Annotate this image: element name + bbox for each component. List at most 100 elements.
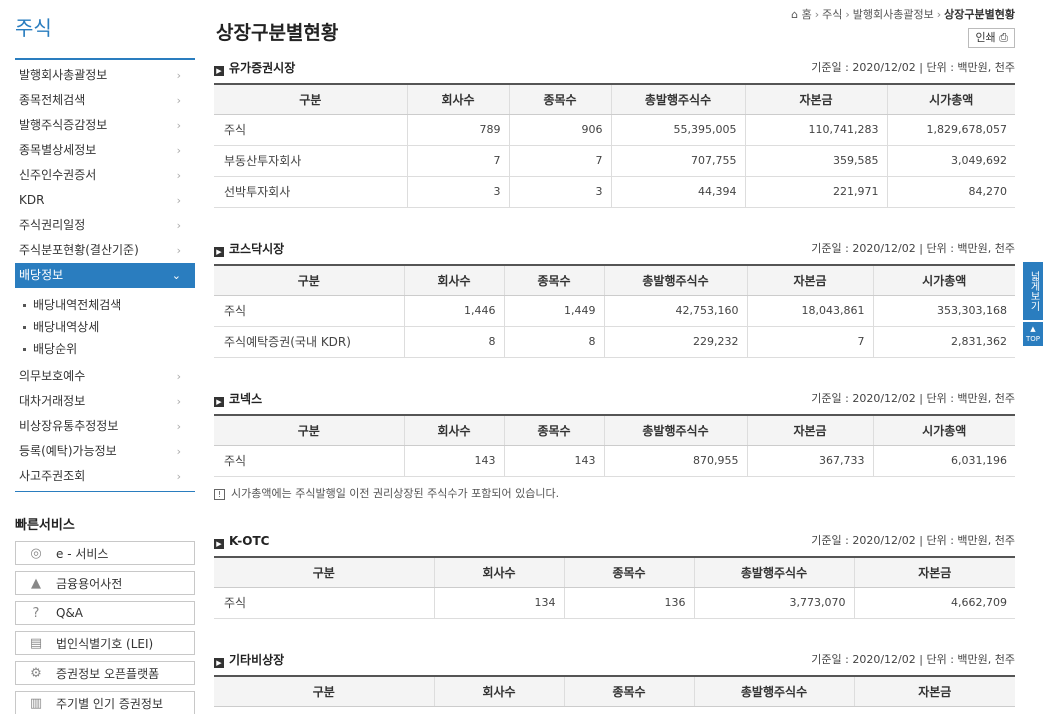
e-service-button[interactable]: ◎ e - 서비스 — [15, 541, 195, 565]
table-cell: 3 — [508, 176, 611, 208]
breadcrumb-home[interactable]: 홈 — [802, 8, 812, 21]
chevron-right-icon: › — [176, 144, 181, 157]
submenu-item[interactable]: 배당순위 — [23, 338, 195, 360]
table-cell: 707,755 — [610, 145, 745, 177]
submenu-item-label: 배당내역상세 — [33, 320, 100, 334]
sidebar-item[interactable]: 주식권리일정 › — [15, 213, 195, 238]
section-title: ▶ 코넥스 — [214, 390, 262, 408]
qna-button[interactable]: ? Q&A — [15, 601, 195, 625]
printer-icon: ⎙ — [999, 31, 1008, 44]
table-cell: 134 — [433, 587, 564, 619]
column-header: 구분 — [214, 83, 407, 115]
wide-view-button[interactable]: 넓게보기 — [1023, 262, 1043, 320]
arrow-box-icon: ▶ — [214, 66, 224, 76]
sidebar-item[interactable]: 발행주식증감정보 › — [15, 113, 195, 138]
scroll-top-button[interactable]: ▲ TOP — [1023, 322, 1043, 346]
sidebar-item-dividend[interactable]: 배당정보 ⌄ — [15, 263, 195, 288]
sidebar-item-label: 주식권리일정 — [19, 218, 86, 232]
table-cell: 1,449 — [503, 295, 604, 327]
data-table: 구분 회사수 종목수 총발행주식수 자본금 주식 134 136 3,773,070 4… — [214, 556, 1015, 619]
column-header: 회사수 — [403, 414, 504, 446]
table-cell: 8 — [403, 326, 504, 358]
table-header-row: 구분 회사수 종목수 총발행주식수 자본금 — [214, 556, 1015, 588]
button-label: 증권정보 오픈플랫폼 — [56, 666, 160, 681]
finance-dictionary-button[interactable]: ▲ 금융용어사전 — [15, 571, 195, 595]
sidebar-item[interactable]: 발행회사총괄정보 › — [15, 63, 195, 88]
breadcrumb-item[interactable]: 주식 — [822, 8, 842, 21]
bullet-icon — [23, 304, 26, 307]
table-header-row: 구분 회사수 종목수 총발행주식수 자본금 시가총액 — [214, 414, 1015, 446]
column-header: 회사수 — [403, 264, 504, 296]
section-title-text: 코넥스 — [229, 392, 263, 406]
submenu-item-label: 배당내역전체검색 — [33, 298, 122, 312]
table-cell: 주식 — [214, 587, 434, 619]
sidebar-item-label: 주식분포현황(결산기준) — [19, 243, 139, 257]
open-platform-button[interactable]: ⚙ 증권정보 오픈플랫폼 — [15, 661, 195, 685]
breadcrumb-item[interactable]: 발행회사총괄정보 — [853, 8, 934, 21]
print-button[interactable]: 인쇄 ⎙ — [968, 28, 1015, 48]
section-title-text: 유가증권시장 — [229, 61, 296, 75]
breadcrumb: ⌂ 홈 › 주식 › 발행회사총괄정보 › 상장구분별현황 — [791, 6, 1015, 22]
bar-chart-icon: ▥ — [29, 695, 43, 711]
home-icon[interactable]: ⌂ — [791, 8, 798, 21]
table-cell: 주식예탁증권(국내 KDR) — [214, 326, 404, 358]
sidebar-item[interactable]: 등록(예탁)가능정보 › — [15, 439, 195, 464]
section-meta: 기준일 : 2020/12/02 | 단위 : 백만원, 천주 — [811, 653, 1015, 666]
column-header: 시가총액 — [872, 264, 1015, 296]
chevron-right-icon: › — [845, 8, 850, 21]
column-header: 회사수 — [406, 83, 509, 115]
table-cell: 1,446 — [403, 295, 504, 327]
sidebar: 주식 발행회사총괄정보 › 종목전체검색 › 발행주식증감정보 › 종목별상세정보 › … — [15, 0, 195, 714]
lei-button[interactable]: ▤ 법인식별기호 (LEI) — [15, 631, 195, 655]
column-header: 구분 — [214, 556, 434, 588]
sidebar-menu: 발행회사총괄정보 › 종목전체검색 › 발행주식증감정보 › 종목별상세정보 › 신주인… — [15, 63, 195, 288]
chevron-right-icon: › — [176, 219, 181, 232]
table-cell: 136 — [563, 587, 694, 619]
table-cell: 353,303,168 — [872, 295, 1015, 327]
table-row: 주식 789 906 55,395,005 110,741,283 1,829,678,0… — [214, 114, 1015, 146]
popular-info-button[interactable]: ▥ 주기별 인기 증권정보 — [15, 691, 195, 714]
bullet-icon — [23, 326, 26, 329]
sidebar-item[interactable]: 의무보호예수 › — [15, 364, 195, 389]
column-header: 시가총액 — [872, 414, 1015, 446]
chevron-right-icon: › — [176, 470, 181, 483]
sidebar-item[interactable]: 비상장유통추정정보 › — [15, 414, 195, 439]
breadcrumb-current: 상장구분별현황 — [944, 8, 1015, 21]
table-cell: 870,955 — [603, 445, 747, 477]
sidebar-menu-lower: 의무보호예수 › 대차거래정보 › 비상장유통추정정보 › 등록(예탁)가능정보 › 사… — [15, 364, 195, 489]
sidebar-item[interactable]: 주식분포현황(결산기준) › — [15, 238, 195, 263]
table-cell: 906 — [508, 114, 611, 146]
column-header: 자본금 — [746, 414, 873, 446]
question-bubble-icon: ? — [32, 605, 40, 621]
column-header: 자본금 — [853, 675, 1015, 707]
section-header: ▶ K-OTC 기준일 : 2020/12/02 | 단위 : 백만원, 천주 — [214, 532, 1015, 552]
table-cell: 2,831,362 — [872, 326, 1015, 358]
sidebar-item[interactable]: 대차거래정보 › — [15, 389, 195, 414]
sidebar-item[interactable]: 사고주권조회 › — [15, 464, 195, 489]
section-kospi: ▶ 유가증권시장 기준일 : 2020/12/02 | 단위 : 백만원, 천주 … — [214, 59, 1015, 208]
section-header: ▶ 코스닥시장 기준일 : 2020/12/02 | 단위 : 백만원, 천주 — [214, 240, 1015, 260]
table-cell: 367,733 — [746, 445, 873, 477]
section-title: ▶ 유가증권시장 — [214, 59, 295, 77]
sidebar-item[interactable]: 종목전체검색 › — [15, 88, 195, 113]
sidebar-item[interactable]: 종목별상세정보 › — [15, 138, 195, 163]
button-label: 주기별 인기 증권정보 — [56, 696, 163, 711]
data-table: 구분 회사수 종목수 총발행주식수 자본금 시가총액 주식 143 143 870,9… — [214, 414, 1015, 477]
column-header: 시가총액 — [886, 83, 1015, 115]
column-header: 자본금 — [853, 556, 1015, 588]
divider — [15, 491, 195, 492]
sidebar-item[interactable]: 신주인수권증서 › — [15, 163, 195, 188]
submenu-item[interactable]: 배당내역상세 — [23, 316, 195, 338]
table-row: 주식 134 136 3,773,070 4,662,709 — [214, 587, 1015, 619]
table-row: 부동산투자회사 7 7 707,755 359,585 3,049,692 — [214, 145, 1015, 177]
section-title-text: K-OTC — [229, 534, 270, 548]
sidebar-item-label: 종목전체검색 — [19, 93, 86, 107]
sidebar-submenu: 배당내역전체검색 배당내역상세 배당순위 — [15, 288, 195, 364]
notice-icon: ! — [214, 488, 225, 500]
column-header: 총발행주식수 — [603, 264, 747, 296]
column-header: 자본금 — [746, 264, 873, 296]
sidebar-item[interactable]: KDR › — [15, 188, 195, 213]
submenu-item[interactable]: 배당내역전체검색 — [23, 294, 195, 316]
chevron-right-icon: › — [176, 244, 181, 257]
sidebar-item-label: 발행주식증감정보 — [19, 118, 108, 132]
